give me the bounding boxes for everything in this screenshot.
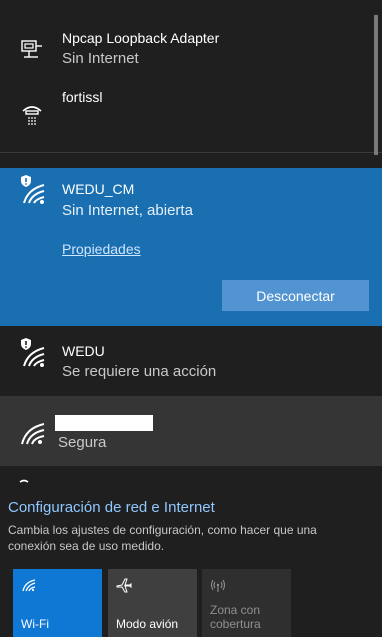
wifi-shield-icon	[18, 175, 46, 204]
tile-wifi[interactable]: Wi-Fi	[13, 569, 102, 637]
properties-link[interactable]: Propiedades	[62, 241, 141, 257]
scrollbar-thumb[interactable]	[374, 15, 378, 155]
hotspot-icon	[210, 577, 226, 593]
network-status: Se requiere una acción	[62, 363, 217, 380]
network-item-hidden[interactable]	[0, 396, 382, 466]
ethernet-adapter-icon	[18, 35, 46, 63]
network-title: WEDU	[62, 343, 105, 359]
network-status: Sin Internet	[62, 50, 139, 67]
network-title: fortissl	[62, 89, 103, 105]
network-item-fortissl[interactable]: fortissl	[0, 85, 382, 130]
wifi-icon	[18, 418, 46, 446]
tile-label: Modo avión	[116, 617, 179, 631]
network-status: Segura	[58, 434, 107, 451]
tile-label: Wi-Fi	[21, 617, 49, 631]
tile-label: Zona con cobertura	[210, 603, 261, 631]
network-item-npcap[interactable]: Npcap Loopback Adapter Sin Internet	[0, 25, 382, 75]
list-divider	[0, 152, 382, 153]
tile-mobile-hotspot[interactable]: Zona con cobertura	[202, 569, 291, 637]
network-flyout: Npcap Loopback Adapter Sin Internet fort…	[0, 0, 382, 637]
more-networks-indicator	[18, 478, 46, 486]
network-status: Sin Internet, abierta	[62, 202, 193, 219]
disconnect-button[interactable]: Desconectar	[222, 280, 369, 311]
wifi-icon	[21, 577, 37, 593]
dialup-vpn-icon	[18, 100, 46, 128]
network-title: WEDU_CM	[62, 181, 135, 197]
network-settings-description: Cambia los ajustes de configuración, com…	[8, 523, 317, 553]
ssid-redacted	[55, 415, 153, 431]
network-item-wedu[interactable]: WEDU Se requiere una acción	[0, 330, 382, 390]
network-settings-link[interactable]: Configuración de red e Internet	[8, 499, 215, 516]
network-title: Npcap Loopback Adapter	[62, 30, 220, 46]
wifi-shield-icon	[18, 338, 46, 367]
tile-airplane-mode[interactable]: Modo avión	[108, 569, 197, 637]
airplane-icon	[116, 577, 132, 593]
